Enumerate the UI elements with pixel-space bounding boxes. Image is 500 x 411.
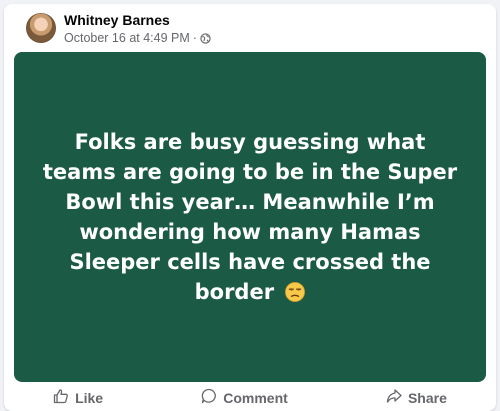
share-icon — [386, 388, 402, 407]
post-actions: Like Comment Share — [4, 384, 496, 411]
thumbs-up-icon — [53, 388, 69, 407]
post-header: Whitney Barnes October 16 at 4:49 PM · — [4, 4, 496, 52]
author-name[interactable]: Whitney Barnes — [64, 12, 170, 28]
post-timestamp[interactable]: October 16 at 4:49 PM — [64, 31, 190, 45]
post-background[interactable]: Folks are busy guessing what teams are g… — [14, 52, 486, 382]
avatar[interactable] — [26, 13, 56, 43]
comment-icon — [201, 388, 217, 407]
globe-icon[interactable] — [200, 32, 211, 44]
share-label: Share — [407, 389, 447, 406]
post-meta: October 16 at 4:49 PM · — [64, 31, 211, 45]
comment-button[interactable]: Comment — [173, 386, 316, 409]
unamused-face-icon — [285, 280, 306, 302]
post-card: Whitney Barnes October 16 at 4:49 PM · F… — [4, 4, 496, 411]
like-label: Like — [75, 389, 104, 406]
like-button[interactable]: Like — [25, 386, 131, 409]
comment-label: Comment — [223, 389, 288, 406]
post-text-body: Folks are busy guessing what teams are g… — [42, 130, 458, 304]
meta-separator: · — [192, 31, 197, 45]
share-button[interactable]: Share — [358, 386, 475, 409]
post-text: Folks are busy guessing what teams are g… — [40, 127, 460, 307]
